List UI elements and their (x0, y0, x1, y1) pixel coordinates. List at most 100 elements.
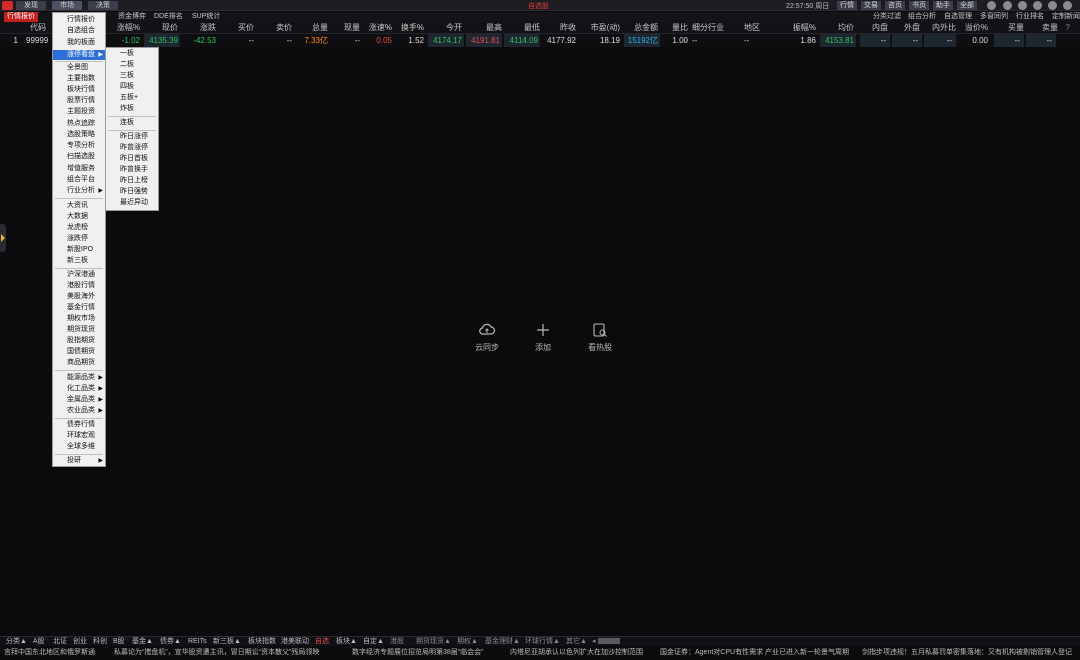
all-button[interactable]: 全部 (957, 1, 977, 10)
ticker-item[interactable]: 言拜中国东北地区和俄罗斯通 (4, 647, 95, 658)
col-open[interactable]: 今开 (434, 22, 462, 34)
menu-item-bonds[interactable]: 债券行情 (53, 420, 95, 430)
menu-item-portfolio[interactable]: 组合平台 (53, 175, 95, 185)
col-premium[interactable]: 溢价% (958, 22, 988, 34)
col-cur-volume[interactable]: 现量 (334, 22, 360, 34)
close-icon[interactable] (1063, 1, 1072, 10)
bottom-tab-star[interactable]: 科创 (93, 637, 107, 647)
bottom-scrollbar[interactable] (598, 638, 620, 644)
menu-item-value-added[interactable]: 增值服务 (53, 164, 95, 174)
toolbar-filter[interactable]: 分类过滤 (873, 12, 901, 22)
menu-item-limit-up[interactable]: 涨停看盘 ▶ (53, 50, 105, 60)
app-logo-icon[interactable] (2, 1, 13, 10)
ticker-item[interactable]: 数字经济专题展位招览局明第38届“临会会” (352, 647, 483, 658)
menu-item-watchlist[interactable]: 自选组合 (53, 26, 95, 36)
menu-item-sector[interactable]: 板块行情 (53, 85, 95, 95)
menu-item-metal[interactable]: 金属品类 ▶ (53, 395, 105, 405)
bottom-tab-hk[interactable]: 港股 (390, 637, 404, 647)
cloud-sync-button[interactable]: 云同步 (467, 322, 507, 353)
menu-item-my-board[interactable]: 我的板面 (53, 38, 95, 48)
col-chg[interactable]: 涨跌 (188, 22, 216, 34)
bottom-tab-watchlist[interactable]: 自选 (315, 637, 329, 647)
settings-icon[interactable] (1003, 1, 1012, 10)
col-turnover[interactable]: 换手% (396, 22, 424, 34)
bottom-tab-options[interactable]: 期权▲ (457, 637, 478, 647)
menu-item-special[interactable]: 专项分析 (53, 141, 95, 151)
submenu-item-board-5plus[interactable]: 五板+ (106, 93, 138, 103)
col-chg-pct[interactable]: 涨幅% (110, 22, 140, 34)
left-panel-toggle[interactable] (0, 224, 6, 252)
col-price[interactable]: 现价 (150, 22, 178, 34)
menu-item-strategy[interactable]: 选股策略 (53, 130, 95, 140)
column-help-icon[interactable]: ? (1060, 22, 1070, 34)
minimize-icon[interactable] (1033, 1, 1042, 10)
menu-item-futures-spot[interactable]: 期货现货 (53, 325, 95, 335)
tab-market[interactable]: 市场 (52, 1, 82, 10)
col-io-ratio[interactable]: 内外比 (926, 22, 956, 34)
submenu-item-yday-first[interactable]: 昨日首板 (106, 154, 148, 164)
submenu-item-board-1[interactable]: 一板 (106, 49, 134, 59)
submenu-item-recent-move[interactable]: 最近异动 (106, 198, 148, 208)
toolbar-sup-stat[interactable]: SUP统计 (192, 12, 220, 22)
menu-item-options[interactable]: 期权市场 (53, 314, 95, 324)
toolbar-fund-game[interactable]: 资金博弈 (118, 12, 146, 22)
col-bid[interactable]: 买价 (226, 22, 254, 34)
menu-item-hotspot[interactable]: 热点追踪 (53, 119, 95, 129)
bottom-tab-hk-us[interactable]: 港美联动 (281, 637, 309, 647)
help-icon[interactable] (1018, 1, 1027, 10)
table-row[interactable]: 1 99999 -1.02 4135.39 -42.53 -- -- 7.33亿… (0, 34, 1080, 47)
menu-item-neeq[interactable]: 新三板 (53, 256, 88, 266)
col-sell-volume[interactable]: 卖量 (1034, 22, 1058, 34)
submenu-item-yday-limit[interactable]: 昨日涨停 (106, 132, 148, 142)
bottom-tab-category[interactable]: 分类▲ (6, 637, 27, 647)
toolbar-custom-news[interactable]: 定制新闻 (1052, 12, 1080, 22)
assistant-button[interactable]: 助手 (933, 1, 953, 10)
menu-item-panorama[interactable]: 全景图 (53, 63, 88, 73)
menu-item-research[interactable]: 投研 ▶ (53, 456, 105, 466)
submenu-item-board-4[interactable]: 四板 (106, 82, 134, 92)
scroll-left-icon[interactable]: ◂ (592, 637, 596, 647)
menu-item-energy[interactable]: 能源品类 ▶ (53, 373, 105, 383)
submenu-item-yday-listed[interactable]: 昨日上榜 (106, 176, 148, 186)
bottom-tab-futures[interactable]: 期货现货▲ (416, 637, 451, 647)
menu-item-dragon-tiger[interactable]: 龙虎榜 (53, 223, 88, 233)
bottom-tab-wealth[interactable]: 基金理财▲ (485, 637, 520, 647)
bottom-tab-sector[interactable]: 板块▲ (336, 637, 357, 647)
col-amplitude[interactable]: 振幅% (788, 22, 816, 34)
bottom-tab-a-share[interactable]: A股 (33, 637, 45, 647)
menu-item-limit[interactable]: 涨跌停 (53, 234, 88, 244)
menu-item-hk[interactable]: 港股行情 (53, 281, 95, 291)
menu-item-index-futures[interactable]: 股指期货 (53, 336, 95, 346)
menu-item-stocks[interactable]: 股票行情 (53, 96, 95, 106)
trade-button[interactable]: 交易 (861, 1, 881, 10)
menu-item-quote[interactable]: 行情报价 (53, 15, 95, 25)
col-region[interactable]: 地区 (744, 22, 764, 34)
menu-item-theme[interactable]: 主题投资 (53, 107, 95, 117)
menu-item-scan[interactable]: 扫描选股 (53, 152, 95, 162)
menu-item-macro[interactable]: 环球宏观 (53, 431, 95, 441)
col-speed[interactable]: 涨速% (362, 22, 392, 34)
add-stock-button[interactable]: 添加 (523, 322, 563, 353)
menu-item-bond-futures[interactable]: 国债期货 (53, 347, 95, 357)
ticker-item[interactable]: 私募论为“搅盘机”，宣华股资遭主讯，冒日期讼“资本散父”残局领映 (114, 647, 319, 658)
col-pe[interactable]: 市盈(动) (580, 22, 620, 34)
bottom-tab-bond[interactable]: 债券▲ (160, 637, 181, 647)
submenu-item-yday-strong[interactable]: 昨日强势 (106, 187, 148, 197)
bottom-tab-global[interactable]: 环球行情▲ (525, 637, 560, 647)
tab-decision[interactable]: 决策 (88, 1, 118, 10)
info-button[interactable]: 咨页 (885, 1, 905, 10)
toolbar-industry-rank[interactable]: 行业排名 (1016, 12, 1044, 22)
col-outer[interactable]: 外盘 (896, 22, 920, 34)
ticker-item[interactable]: 内塔尼亚胡承认以色列扩大在加沙控制范围 (510, 647, 643, 658)
maximize-icon[interactable] (1048, 1, 1057, 10)
menu-item-ipo[interactable]: 新股IPO (53, 245, 93, 255)
menu-item-bigdata[interactable]: 大数据 (53, 212, 88, 222)
submenu-item-consecutive[interactable]: 连板 (106, 118, 134, 128)
toolbar-dde-rank[interactable]: DDE排名 (154, 12, 183, 22)
menu-item-connect[interactable]: 沪深港通 (53, 270, 95, 280)
toolbar-quote-list[interactable]: 行情报价 (4, 12, 38, 22)
menu-item-fund[interactable]: 基金行情 (53, 303, 95, 313)
ticker-item[interactable]: 剑指步项违规！五月私募罚单密集落地：又有机构被剔销管理人登记 (862, 647, 1080, 658)
col-volume[interactable]: 总量 (300, 22, 328, 34)
submenu-item-broken[interactable]: 炸板 (106, 104, 134, 114)
